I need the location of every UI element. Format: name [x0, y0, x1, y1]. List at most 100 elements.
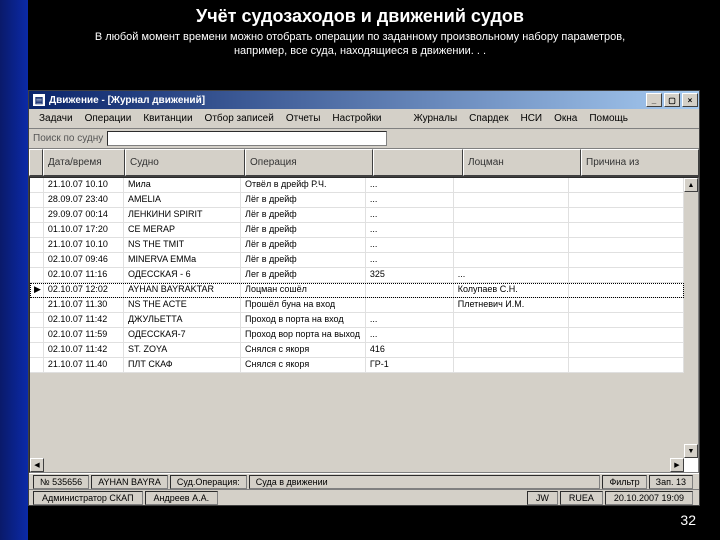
col-note[interactable]: Причина из — [581, 149, 699, 176]
table-cell: Лёг в дрейф — [241, 208, 366, 222]
table-row[interactable]: 02.10.07 11:42ST. ZOYAСнялся с якоря416 — [30, 343, 684, 358]
search-input[interactable] — [107, 131, 387, 146]
table-cell — [454, 178, 569, 192]
status-filter-value: Суда в движении — [249, 475, 601, 489]
table-row[interactable]: 01.10.07 17:20CE MERАРЛёг в дрейф... — [30, 223, 684, 238]
table-cell — [30, 223, 44, 237]
menu-settings[interactable]: Настройки — [326, 111, 387, 126]
menu-receipts[interactable]: Квитанции — [137, 111, 198, 126]
table-cell: Колупаев С.Н. — [454, 283, 569, 297]
scroll-right-button[interactable]: ▶ — [670, 458, 684, 472]
table-cell — [569, 178, 684, 192]
table-cell — [366, 298, 454, 312]
app-icon: ▤ — [33, 94, 45, 106]
table-cell: ST. ZOYA — [124, 343, 241, 357]
table-row[interactable]: 21.10.07 10.10МилаОтвёл в дрейф Р.Ч.... — [30, 178, 684, 193]
table-cell — [454, 238, 569, 252]
table-cell: NS THE ACTE — [124, 298, 241, 312]
menu-spardek[interactable]: Спардек — [463, 111, 514, 126]
table-cell: NS THE TMIT — [124, 238, 241, 252]
table-cell: 02.10.07 09:46 — [44, 253, 124, 267]
table-row[interactable]: 02.10.07 11:42ДЖУЛЬЕТТАПроход в порта на… — [30, 313, 684, 328]
table-row[interactable]: 21.10.07 11.40ПЛТ СКАФСнялся с якоряГР-1 — [30, 358, 684, 373]
table-cell: Проход в порта на вход — [241, 313, 366, 327]
menu-operations[interactable]: Операции — [79, 111, 138, 126]
col-operation[interactable]: Операция — [245, 149, 373, 176]
menu-help[interactable]: Помощь — [583, 111, 634, 126]
table-cell: Мила — [124, 178, 241, 192]
table-row[interactable]: 21.10.07 10.10NS THE TMITЛёг в дрейф... — [30, 238, 684, 253]
filter-button[interactable]: Фильтр — [602, 475, 646, 489]
scroll-down-button[interactable]: ▼ — [684, 444, 698, 458]
scroll-left-button[interactable]: ◀ — [30, 458, 44, 472]
table-row[interactable]: 02.10.07 11:16ОДЕССКАЯ - 6Лег в дрейф325… — [30, 268, 684, 283]
page-number: 32 — [680, 512, 696, 528]
menu-tasks[interactable]: Задачи — [33, 111, 79, 126]
column-headers: Дата/время Судно Операция Лоцман Причина… — [29, 149, 699, 177]
col-ship[interactable]: Судно — [125, 149, 245, 176]
table-cell: ... — [366, 223, 454, 237]
menu-windows[interactable]: Окна — [548, 111, 583, 126]
maximize-button[interactable]: ▢ — [664, 93, 680, 107]
menu-reports[interactable]: Отчеты — [280, 111, 327, 126]
table-cell: Плетневич И.М. — [454, 298, 569, 312]
table-cell: 21.10.07 10.10 — [44, 238, 124, 252]
menu-selection[interactable]: Отбор записей — [199, 111, 280, 126]
titlebar[interactable]: ▤ Движение - [Журнал движений] _ ▢ × — [29, 91, 699, 109]
table-row[interactable]: 29.09.07 00:14ЛЕНКИНИ SPIRITЛёг в дрейф.… — [30, 208, 684, 223]
table-cell — [30, 358, 44, 372]
vertical-scrollbar[interactable]: ▲ ▼ — [684, 178, 698, 458]
status-filter-label: Суд.Операция: — [170, 475, 247, 489]
status-bar-2: Администратор СКАП Андреев А.А. JW RUEА … — [29, 489, 699, 505]
table-cell — [30, 313, 44, 327]
search-label: Поиск по судну — [33, 133, 103, 144]
scroll-up-button[interactable]: ▲ — [684, 178, 698, 192]
table-cell: AMELIA — [124, 193, 241, 207]
table-row[interactable]: ▶02.10.07 12:02AYHAN BAYRAKTARЛоцман сош… — [30, 283, 684, 298]
table-cell — [454, 223, 569, 237]
table-cell: 02.10.07 11:59 — [44, 328, 124, 342]
table-cell — [366, 283, 454, 297]
col-pilot[interactable]: Лоцман — [463, 149, 581, 176]
status-ship: AYHAN BAYRA — [91, 475, 168, 489]
table-cell — [30, 298, 44, 312]
table-cell: Снялся с якоря — [241, 343, 366, 357]
table-row[interactable]: 02.10.07 09:46MINERVA EMMaЛёг в дрейф... — [30, 253, 684, 268]
data-grid[interactable]: 21.10.07 10.10МилаОтвёл в дрейф Р.Ч....2… — [29, 177, 699, 473]
table-cell: MINERVA EMMa — [124, 253, 241, 267]
table-cell: ПЛТ СКАФ — [124, 358, 241, 372]
close-button[interactable]: × — [682, 93, 698, 107]
table-cell: Прошёл буна на вход — [241, 298, 366, 312]
table-cell: ▶ — [30, 283, 44, 297]
search-bar: Поиск по судну — [29, 129, 699, 149]
table-row[interactable]: 28.09.07 23:40AMELIAЛёг в дрейф... — [30, 193, 684, 208]
table-cell: ... — [366, 238, 454, 252]
table-cell: AYHAN BAYRAKTAR — [124, 283, 241, 297]
table-cell: ЛЕНКИНИ SPIRIT — [124, 208, 241, 222]
col-extra[interactable] — [373, 149, 463, 176]
table-cell — [454, 313, 569, 327]
table-cell: ОДЕССКАЯ - 6 — [124, 268, 241, 282]
horizontal-scrollbar[interactable]: ◀ ▶ — [30, 458, 684, 472]
menu-nsi[interactable]: НСИ — [514, 111, 548, 126]
col-datetime[interactable]: Дата/время — [43, 149, 125, 176]
table-cell: ГР-1 — [366, 358, 454, 372]
table-cell — [30, 343, 44, 357]
status-user-name: Андреев А.А. — [145, 491, 219, 505]
minimize-button[interactable]: _ — [646, 93, 662, 107]
table-cell: 21.10.07 10.10 — [44, 178, 124, 192]
menu-journals[interactable]: Журналы — [407, 111, 463, 126]
table-cell: ОДЕССКАЯ-7 — [124, 328, 241, 342]
table-row[interactable]: 02.10.07 11:59ОДЕССКАЯ-7Проход вор порта… — [30, 328, 684, 343]
table-cell — [454, 208, 569, 222]
table-cell: ... — [366, 253, 454, 267]
table-cell: ДЖУЛЬЕТТА — [124, 313, 241, 327]
table-cell: Лёг в дрейф — [241, 223, 366, 237]
status-record-no: № 535656 — [33, 475, 89, 489]
table-cell: CE MERАР — [124, 223, 241, 237]
table-cell: 02.10.07 11:42 — [44, 343, 124, 357]
table-row[interactable]: 21.10.07 11.30NS THE ACTEПрошёл буна на … — [30, 298, 684, 313]
table-cell — [30, 193, 44, 207]
col-marker[interactable] — [29, 149, 43, 176]
table-cell — [30, 178, 44, 192]
